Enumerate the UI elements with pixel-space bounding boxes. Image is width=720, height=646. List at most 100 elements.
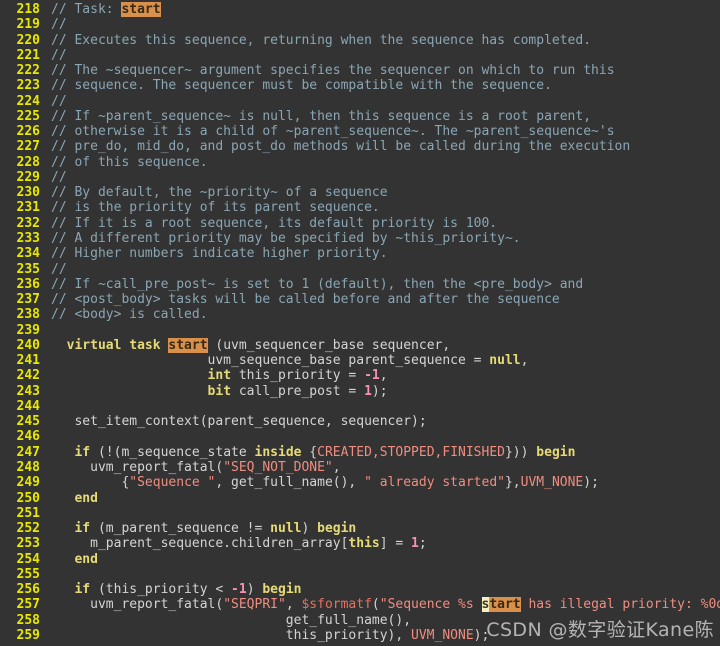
code-line[interactable]: 247 if (!(m_sequence_state inside {CREAT… [0,445,720,460]
line-content[interactable]: if (this_priority < -1) begin [44,582,720,597]
line-content[interactable]: // <post_body> tasks will be called befo… [44,292,720,307]
code-line[interactable]: 239 [0,323,720,338]
code-line[interactable]: 223 // sequence. The sequencer must be co… [0,78,720,93]
line-content[interactable]: // [44,17,720,32]
code-line[interactable]: 234 // Higher numbers indicate higher pri… [0,246,720,261]
code-line[interactable]: 222 // The ~sequencer~ argument specifies… [0,63,720,78]
line-content[interactable]: // [44,48,720,63]
line-content[interactable]: // Higher numbers indicate higher priori… [44,246,720,261]
line-content[interactable]: int this_priority = -1, [44,368,720,383]
line-content[interactable]: virtual task start (uvm_sequencer_base s… [44,337,720,353]
code-line[interactable]: 225 // If ~parent_sequence~ is null, then… [0,109,720,124]
code-line[interactable]: 244 [0,399,720,414]
code-comment: // [51,17,67,33]
code-line[interactable]: 229 // [0,170,720,185]
code-line[interactable]: 249 {"Sequence ", get_full_name(), " alr… [0,475,720,490]
line-content[interactable]: // A different priority may be specified… [44,231,720,246]
line-number: 241 [16,353,40,369]
line-content[interactable]: // otherwise it is a child of ~parent_se… [44,124,720,139]
code-line[interactable]: 255 [0,567,720,582]
line-number: 239 [16,322,40,338]
line-content[interactable]: // If ~parent_sequence~ is null, then th… [44,109,720,124]
line-content[interactable]: // of this sequence. [44,155,720,170]
line-number: 234 [16,246,40,262]
line-content[interactable]: if (m_parent_sequence != null) begin [44,521,720,536]
code-line[interactable]: 235 // [0,262,720,277]
line-content[interactable]: uvm_report_fatal("SEQPRI", $sformatf("Se… [44,597,720,613]
line-content[interactable]: // If ~call_pre_post~ is set to 1 (defau… [44,277,720,292]
code-line[interactable]: 237 // <post_body> tasks will be called b… [0,292,720,307]
code-line[interactable]: 256 if (this_priority < -1) begin [0,582,720,597]
line-content[interactable]: // [44,262,720,277]
code-line[interactable]: 241 uvm_sequence_base parent_sequence = … [0,353,720,368]
line-content[interactable]: // If it is a root sequence, its default… [44,216,720,231]
code-line[interactable]: 248 uvm_report_fatal("SEQ_NOT_DONE", [0,460,720,475]
line-content[interactable]: m_parent_sequence.children_array[this] =… [44,536,720,551]
code-comment: // If it is a root sequence, its default… [51,215,498,231]
code-line[interactable]: 236 // If ~call_pre_post~ is set to 1 (de… [0,277,720,292]
line-content[interactable]: get_full_name(), [44,613,720,628]
line-content[interactable]: uvm_report_fatal("SEQ_NOT_DONE", [44,460,720,475]
code-line[interactable]: 224 // [0,94,720,109]
line-content[interactable]: // Executes this sequence, returning whe… [44,33,720,48]
code-text: (m_parent_sequence != [90,521,271,537]
search-match-highlight[interactable]: start [168,337,208,353]
line-content[interactable]: set_item_context(parent_sequence, sequen… [44,414,720,429]
line-content[interactable]: // [44,170,720,185]
line-content[interactable]: // sequence. The sequencer must be compa… [44,78,720,93]
code-line[interactable]: 232 // If it is a root sequence, its defa… [0,216,720,231]
code-line[interactable]: 252 if (m_parent_sequence != null) begin [0,521,720,536]
code-line[interactable]: 219 // [0,17,720,32]
line-content[interactable]: // By default, the ~priority~ of a seque… [44,185,720,200]
code-comment: // of this sequence. [51,154,208,170]
code-line[interactable]: 228 // of this sequence. [0,155,720,170]
line-content[interactable]: bit call_pre_post = 1); [44,384,720,399]
code-line[interactable]: 257 uvm_report_fatal("SEQPRI", $sformatf… [0,597,720,613]
line-number: 244 [16,398,40,414]
code-line[interactable]: 246 [0,429,720,444]
code-line[interactable]: 231 // is the priority of its parent sequ… [0,200,720,215]
line-number: 248 [16,459,40,475]
line-content[interactable]: // [44,94,720,109]
code-text: m_parent_sequence.children_array[ [51,536,349,552]
code-text: ); [473,627,490,643]
code-string: "Sequence " [129,475,216,491]
line-content[interactable]: {"Sequence ", get_full_name(), " already… [44,475,720,490]
line-number: 252 [16,521,40,537]
code-line[interactable]: 218 // Task: start [0,2,720,17]
code-line[interactable]: 250 end [0,491,720,506]
code-text: set_item_context(parent_sequence, sequen… [51,414,427,430]
code-line[interactable]: 220 // Executes this sequence, returning … [0,33,720,48]
line-content[interactable]: // Task: start [44,2,720,17]
line-content[interactable]: end [44,552,720,567]
code-line[interactable]: 243 bit call_pre_post = 1); [0,384,720,399]
search-match-highlight[interactable]: tart [489,597,521,613]
code-line[interactable]: 254 end [0,552,720,567]
line-content[interactable]: // pre_do, mid_do, and post_do methods w… [44,139,720,154]
code-line[interactable]: 253 m_parent_sequence.children_array[thi… [0,536,720,551]
code-comment: // Task: [51,2,122,17]
code-line[interactable]: 221 // [0,48,720,63]
code-line[interactable]: 245 set_item_context(parent_sequence, se… [0,414,720,429]
search-match-highlight[interactable]: start [121,2,161,17]
code-line[interactable]: 230 // By default, the ~priority~ of a se… [0,185,720,200]
code-line[interactable]: 251 [0,506,720,521]
line-content[interactable]: this_priority), UVM_NONE); [44,628,720,643]
code-line[interactable]: 226 // otherwise it is a child of ~parent… [0,124,720,139]
code-text-area[interactable]: 218 // Task: start 219 // 220 // Executes thi… [0,0,720,646]
line-content[interactable]: if (!(m_sequence_state inside {CREATED,S… [44,445,720,460]
line-content[interactable]: // The ~sequencer~ argument specifies th… [44,63,720,78]
code-line[interactable]: 240 virtual task start (uvm_sequencer_ba… [0,337,720,353]
line-content[interactable]: // is the priority of its parent sequenc… [44,200,720,215]
code-editor-window: 218 // Task: start 219 // 220 // Executes thi… [0,0,720,646]
code-line[interactable]: 242 int this_priority = -1, [0,368,720,383]
line-content[interactable]: end [44,491,720,506]
code-line[interactable]: 259 this_priority), UVM_NONE); [0,628,720,643]
code-line[interactable]: 238 // <body> is called. [0,307,720,322]
line-content[interactable]: uvm_sequence_base parent_sequence = null… [44,353,720,368]
code-line[interactable]: 233 // A different priority may be specif… [0,231,720,246]
code-line[interactable]: 227 // pre_do, mid_do, and post_do method… [0,139,720,154]
code-line[interactable]: 258 get_full_name(), [0,613,720,628]
line-content[interactable]: // <body> is called. [44,307,720,322]
